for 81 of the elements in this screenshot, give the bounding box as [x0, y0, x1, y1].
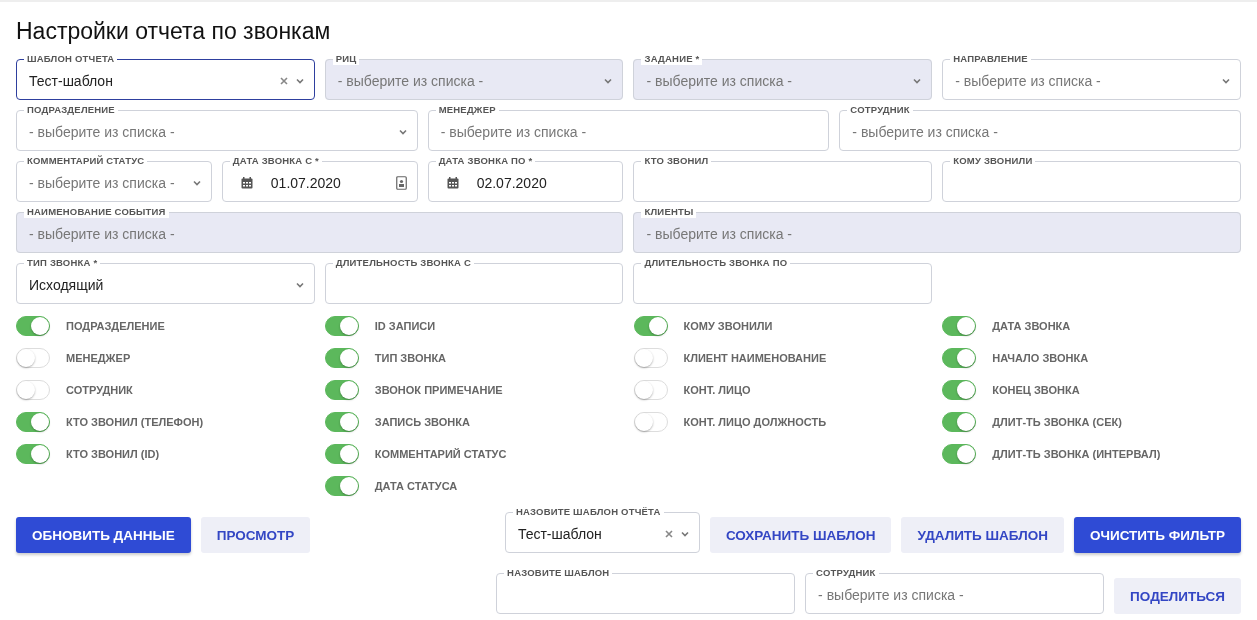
- input-field[interactable]: НАЗОВИТЕ ШАБЛОН: [496, 567, 796, 614]
- field-label: НАПРАВЛЕНИЕ: [950, 53, 1031, 65]
- field-label: СОТРУДНИК: [847, 104, 913, 116]
- input-field[interactable]: ДЛИТЕЛЬНОСТЬ ЗВОНКА С: [324, 257, 624, 304]
- toggle-label: КТО ЗВОНИЛ (ТЕЛЕФОН): [66, 416, 204, 428]
- chevron-down-icon[interactable]: [1222, 78, 1230, 84]
- field-label: СОТРУДНИК: [813, 567, 879, 579]
- toggle-switch[interactable]: [324, 476, 359, 496]
- toggle-switch[interactable]: [16, 412, 50, 432]
- contact-card-icon[interactable]: [395, 176, 407, 190]
- toggle-switch[interactable]: [16, 444, 50, 464]
- clear-icon[interactable]: [664, 530, 673, 538]
- select-field[interactable]: СОТРУДНИК - выберите из списка -: [839, 104, 1241, 151]
- chevron-down-icon[interactable]: [295, 78, 304, 84]
- toggle-label: ДЛИТ-ТЬ ЗВОНКА (ИНТЕРВАЛ): [992, 448, 1161, 460]
- select-field[interactable]: СОТРУДНИК - выберите из списка -: [805, 567, 1105, 614]
- select-field[interactable]: ПОДРАЗДЕЛЕНИЕ - выберите из списка -: [16, 104, 418, 151]
- field-label: КЛИЕНТЫ: [641, 206, 697, 218]
- toggle-label: ДАТА СТАТУСА: [374, 480, 458, 492]
- toggle-label: СОТРУДНИК: [66, 384, 133, 396]
- toggle-label: ДАТА ЗВОНКА: [992, 320, 1071, 332]
- date-field[interactable]: ДАТА ЗВОНКА С * 01.07.2020: [221, 155, 418, 202]
- date-field[interactable]: ДАТА ЗВОНКА ПО * 02.07.2020: [427, 155, 624, 202]
- toggle-switch[interactable]: [324, 444, 359, 464]
- toggle-switch[interactable]: [942, 316, 977, 336]
- toggle-label: КОНТ. ЛИЦО: [683, 384, 751, 396]
- select-field[interactable]: КОММЕНТАРИЙ СТАТУС - выберите из списка -: [16, 155, 212, 202]
- select-field[interactable]: ШАБЛОН ОТЧЕТА Тест-шаблон: [16, 53, 315, 100]
- toggle-label: ПОДРАЗДЕЛЕНИЕ: [66, 320, 165, 332]
- select-field[interactable]: ТИП ЗВОНКА * Исходящий: [16, 257, 315, 304]
- select-field[interactable]: НАЗОВИТЕ ШАБЛОН ОТЧЁТА Тест-шаблон: [504, 506, 700, 553]
- input-field[interactable]: КТО ЗВОНИЛ: [633, 155, 933, 202]
- toggle-label: ТИП ЗВОНКА: [374, 352, 447, 364]
- save-template-button[interactable]: СОХРАНИТЬ ШАБЛОН: [709, 517, 892, 553]
- input-field[interactable]: КОМУ ЗВОНИЛИ: [942, 155, 1241, 202]
- toggle-label: ЗВОНОК ПРИМЕЧАНИЕ: [374, 384, 503, 396]
- share-button[interactable]: ПОДЕЛИТЬСЯ: [1114, 578, 1241, 614]
- toggle-switch[interactable]: [942, 380, 977, 400]
- field-label: РИЦ: [332, 53, 360, 65]
- toggle-label: ДЛИТ-ТЬ ЗВОНКА (СЕК): [992, 416, 1122, 428]
- refresh-button[interactable]: ОБНОВИТЬ ДАННЫЕ: [16, 517, 191, 553]
- chevron-down-icon[interactable]: [192, 180, 201, 186]
- toggle-switch[interactable]: [942, 412, 977, 432]
- chevron-down-icon[interactable]: [680, 531, 689, 537]
- calendar-icon: [446, 177, 459, 189]
- field-label: ПОДРАЗДЕЛЕНИЕ: [24, 104, 118, 116]
- clear-filter-button[interactable]: ОЧИСТИТЬ ФИЛЬТР: [1073, 517, 1241, 553]
- calendar-icon: [240, 177, 253, 189]
- delete-template-button[interactable]: УДАЛИТЬ ШАБЛОН: [901, 517, 1064, 553]
- toggle-switch[interactable]: [942, 348, 977, 368]
- toggle-label: КОНЕЦ ЗВОНКА: [992, 384, 1080, 396]
- clear-icon[interactable]: [279, 77, 288, 85]
- field-label: ТИП ЗВОНКА *: [24, 257, 101, 269]
- field-label: ДАТА ЗВОНКА ПО *: [435, 155, 536, 167]
- toggle-switch[interactable]: [324, 316, 359, 336]
- select-field[interactable]: МЕНЕДЖЕР - выберите из списка -: [427, 104, 830, 151]
- chevron-down-icon[interactable]: [398, 129, 407, 135]
- toggle-label: КЛИЕНТ НАИМЕНОВАНИЕ: [683, 352, 827, 364]
- field-label: ДАТА ЗВОНКА С *: [229, 155, 322, 167]
- toggle-switch[interactable]: [633, 316, 668, 336]
- preview-button[interactable]: ПРОСМОТР: [200, 517, 311, 553]
- toggle-switch[interactable]: [16, 316, 50, 336]
- toggle-switch[interactable]: [324, 412, 359, 432]
- toggle-label: МЕНЕДЖЕР: [66, 352, 131, 364]
- toggle-switch[interactable]: [942, 444, 977, 464]
- toggle-label: КОМУ ЗВОНИЛИ: [683, 320, 773, 332]
- field-label: ДЛИТЕЛЬНОСТЬ ЗВОНКА С: [332, 257, 474, 269]
- field-label: ЗАДАНИЕ *: [641, 53, 703, 65]
- toggle-label: КОНТ. ЛИЦО ДОЛЖНОСТЬ: [683, 416, 827, 428]
- toggle-label: КОММЕНТАРИЙ СТАТУС: [374, 448, 507, 460]
- toggle-switch[interactable]: [324, 348, 359, 368]
- page-title: Настройки отчета по звонкам: [16, 18, 332, 45]
- toggle-switch[interactable]: [324, 380, 359, 400]
- chevron-down-icon[interactable]: [295, 282, 304, 288]
- toggle-label: ID ЗАПИСИ: [374, 320, 436, 332]
- toggle-label: КТО ЗВОНИЛ (ID): [66, 448, 160, 460]
- field-label: НАИМЕНОВАНИЕ СОБЫТИЯ: [24, 206, 169, 218]
- input-field[interactable]: ДЛИТЕЛЬНОСТЬ ЗВОНКА ПО: [633, 257, 933, 304]
- toggle-label: НАЧАЛО ЗВОНКА: [992, 352, 1089, 364]
- select-field[interactable]: НАПРАВЛЕНИЕ - выберите из списка -: [942, 53, 1241, 100]
- toggle-label: ЗАПИСЬ ЗВОНКА: [374, 416, 470, 428]
